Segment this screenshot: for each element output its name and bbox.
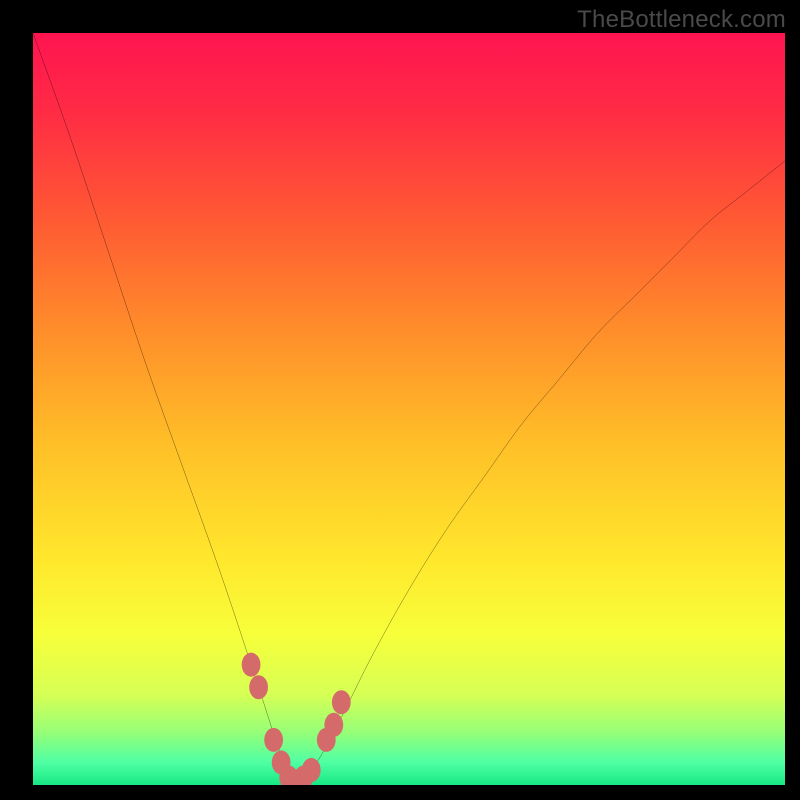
marker-dot xyxy=(332,690,351,714)
marker-dot xyxy=(264,728,283,752)
highlight-markers xyxy=(242,653,351,785)
marker-dot xyxy=(242,653,261,677)
watermark-text: TheBottleneck.com xyxy=(577,6,786,34)
curve-layer xyxy=(33,33,785,785)
marker-dot xyxy=(249,675,268,699)
bottleneck-curve xyxy=(33,33,785,778)
marker-dot xyxy=(302,758,321,782)
plot-area xyxy=(33,33,785,785)
chart-frame: TheBottleneck.com xyxy=(0,0,800,800)
marker-dot xyxy=(324,713,343,737)
